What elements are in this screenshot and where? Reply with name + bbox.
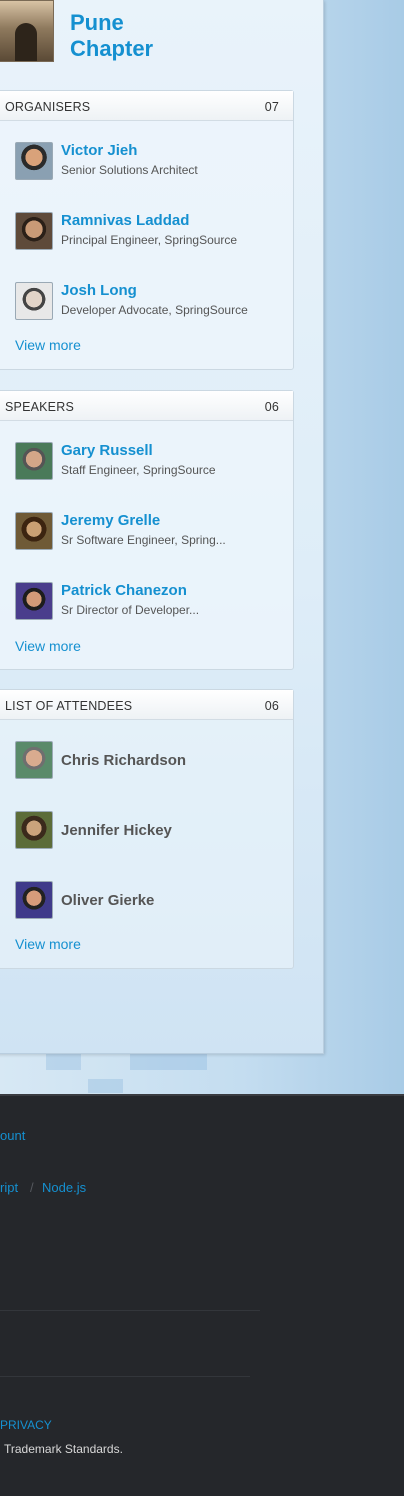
organisers-view-more-link[interactable]: View more: [15, 337, 81, 353]
speaker-item: Patrick Chanezon Sr Director of Develope…: [15, 582, 285, 622]
footer-account-link[interactable]: ount: [0, 1128, 25, 1143]
organiser-item: Josh Long Developer Advocate, SpringSour…: [15, 282, 285, 322]
chapter-title: Pune Chapter: [70, 10, 154, 61]
person-role: Principal Engineer, SpringSource: [61, 233, 238, 247]
site-footer: ount ript / Node.js PRIVACY Trademark St…: [0, 1094, 404, 1496]
chapter-image: [0, 0, 54, 62]
speakers-heading: SPEAKERS: [5, 400, 74, 414]
avatar[interactable]: [15, 881, 53, 919]
attendees-card: LIST OF ATTENDEES 06 Chris Richardson Je…: [0, 689, 294, 969]
person-name-link[interactable]: Josh Long: [61, 282, 137, 299]
avatar[interactable]: [15, 212, 53, 250]
speakers-header: SPEAKERS 06: [0, 391, 293, 421]
organiser-item: Victor Jieh Senior Solutions Architect: [15, 142, 285, 182]
person-role: Sr Software Engineer, Spring...: [61, 533, 226, 547]
speaker-item: Jeremy Grelle Sr Software Engineer, Spri…: [15, 512, 285, 552]
attendee-item: Chris Richardson: [15, 741, 285, 781]
speakers-view-more-link[interactable]: View more: [15, 638, 81, 654]
footer-divider: [0, 1310, 260, 1311]
footer-trademark-text: Trademark Standards.: [4, 1442, 123, 1456]
speakers-card: SPEAKERS 06 Gary Russell Staff Engineer,…: [0, 390, 294, 670]
person-name-link[interactable]: Gary Russell: [61, 442, 153, 459]
attendee-name[interactable]: Chris Richardson: [61, 752, 186, 769]
avatar[interactable]: [15, 142, 53, 180]
person-name-link[interactable]: Patrick Chanezon: [61, 582, 187, 599]
attendee-name[interactable]: Oliver Gierke: [61, 892, 154, 909]
organisers-header: ORGANISERS 07: [0, 91, 293, 121]
chapter-panel: Pune Chapter ORGANISERS 07 Victor Jieh S…: [0, 0, 324, 1054]
footer-nodejs-link[interactable]: Node.js: [42, 1180, 86, 1195]
avatar[interactable]: [15, 512, 53, 550]
attendees-count: 06: [264, 699, 279, 713]
person-name-link[interactable]: Jeremy Grelle: [61, 512, 160, 529]
footer-separator: /: [30, 1180, 34, 1195]
footer-privacy-link[interactable]: PRIVACY: [0, 1418, 52, 1432]
person-name-link[interactable]: Ramnivas Laddad: [61, 212, 189, 229]
speakers-count: 06: [264, 400, 279, 414]
attendee-name[interactable]: Jennifer Hickey: [61, 822, 172, 839]
avatar[interactable]: [15, 282, 53, 320]
person-role: Sr Director of Developer...: [61, 603, 200, 617]
person-role: Senior Solutions Architect: [61, 163, 198, 177]
person-name-link[interactable]: Victor Jieh: [61, 142, 137, 159]
avatar[interactable]: [15, 442, 53, 480]
attendees-view-more-link[interactable]: View more: [15, 936, 81, 952]
bg-square: [88, 1079, 123, 1093]
person-role: Staff Engineer, SpringSource: [61, 463, 216, 477]
organiser-item: Ramnivas Laddad Principal Engineer, Spri…: [15, 212, 285, 252]
person-role: Developer Advocate, SpringSource: [61, 303, 248, 317]
organisers-count: 07: [264, 100, 279, 114]
avatar[interactable]: [15, 811, 53, 849]
avatar[interactable]: [15, 741, 53, 779]
speaker-item: Gary Russell Staff Engineer, SpringSourc…: [15, 442, 285, 482]
footer-script-link[interactable]: ript: [0, 1180, 18, 1195]
avatar[interactable]: [15, 582, 53, 620]
attendees-heading: LIST OF ATTENDEES: [5, 699, 133, 713]
organisers-card: ORGANISERS 07 Victor Jieh Senior Solutio…: [0, 90, 294, 370]
footer-divider: [0, 1376, 250, 1377]
attendee-item: Oliver Gierke: [15, 881, 285, 921]
attendee-item: Jennifer Hickey: [15, 811, 285, 851]
attendees-header: LIST OF ATTENDEES 06: [0, 690, 293, 720]
organisers-heading: ORGANISERS: [5, 100, 91, 114]
